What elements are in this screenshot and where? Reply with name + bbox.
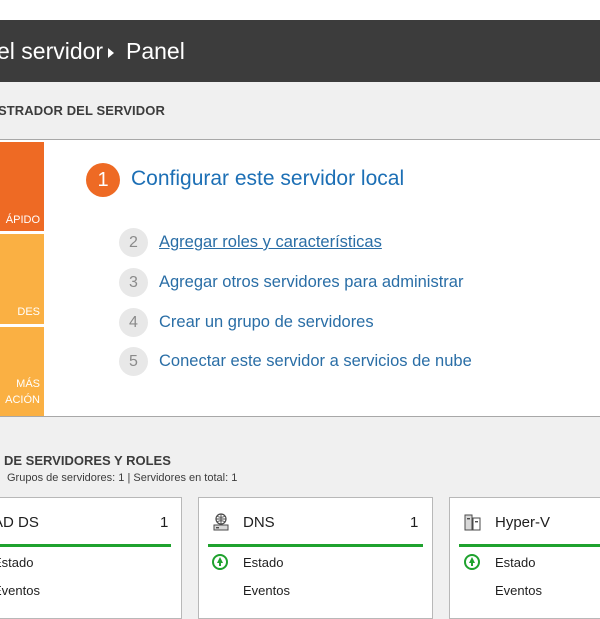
tile-quick-start-label: ÁPIDO <box>5 214 40 226</box>
add-other-servers-link[interactable]: Agregar otros servidores para administra… <box>159 273 463 292</box>
role-card-status-link[interactable]: Estado <box>0 555 33 570</box>
breadcrumb-dashboard: Panel <box>126 38 185 64</box>
create-server-group-link[interactable]: Crear un grupo de servidores <box>159 313 374 332</box>
step-number-badge: 5 <box>119 347 148 376</box>
role-card-status-link[interactable]: Estado <box>243 555 283 570</box>
role-card-events-link[interactable]: Eventos <box>243 583 290 598</box>
role-card-title[interactable]: DNS <box>243 514 275 531</box>
tile-learn-more[interactable]: MÁS ACIÓN <box>0 327 44 416</box>
role-card-events-link[interactable]: Eventos <box>495 583 542 598</box>
welcome-heading: STRADOR DEL SERVIDOR <box>0 103 165 118</box>
role-card-status-link[interactable]: Estado <box>495 555 535 570</box>
role-status-bar <box>0 544 171 547</box>
role-card-count: 1 <box>160 514 169 531</box>
role-card-ad-ds[interactable]: AD DS 1 Estado Eventos <box>0 497 182 619</box>
status-ok-icon <box>464 554 480 570</box>
configure-local-server-link[interactable]: Configurar este servidor local <box>131 167 404 191</box>
step-number-badge: 2 <box>119 228 148 257</box>
role-card-hyper-v[interactable]: Hyper-V Estado Eventos <box>449 497 600 619</box>
role-card-dns[interactable]: DNS 1 Estado Eventos <box>198 497 433 619</box>
status-ok-icon <box>212 554 228 570</box>
role-card-title[interactable]: AD DS <box>0 514 39 531</box>
role-status-bar <box>459 544 600 547</box>
connect-cloud-services-link[interactable]: Conectar este servidor a servicios de nu… <box>159 352 472 371</box>
add-roles-features-link[interactable]: Agregar roles y características <box>159 233 382 252</box>
welcome-panel: ÁPIDO DES MÁS ACIÓN 1 Configurar este se… <box>0 139 600 417</box>
role-card-title[interactable]: Hyper-V <box>495 514 550 531</box>
tile-learn-more-label: MÁS ACIÓN <box>5 376 44 408</box>
hyper-v-icon <box>464 514 481 531</box>
tile-learn-more-line2: ACIÓN <box>5 394 40 406</box>
roles-section-heading: DE SERVIDORES Y ROLES <box>4 453 171 468</box>
role-card-count: 1 <box>410 514 419 531</box>
tile-whats-new[interactable]: DES <box>0 234 44 324</box>
dns-server-icon <box>213 513 229 531</box>
tile-quick-start[interactable]: ÁPIDO <box>0 142 44 231</box>
breadcrumb-separator-icon <box>108 48 114 58</box>
title-bar: el servidor Panel <box>0 20 600 82</box>
step-number-badge: 3 <box>119 268 148 297</box>
tile-learn-more-line1: MÁS <box>16 378 40 390</box>
role-status-bar <box>208 544 423 547</box>
breadcrumb-server-manager[interactable]: el servidor <box>0 38 103 65</box>
step-number-badge: 4 <box>119 308 148 337</box>
tile-whats-new-label: DES <box>17 306 40 318</box>
roles-section-summary: Grupos de servidores: 1 | Servidores en … <box>7 472 238 484</box>
window-top-strip <box>0 0 600 20</box>
step-number-badge: 1 <box>86 163 120 197</box>
role-card-events-link[interactable]: Eventos <box>0 583 40 598</box>
